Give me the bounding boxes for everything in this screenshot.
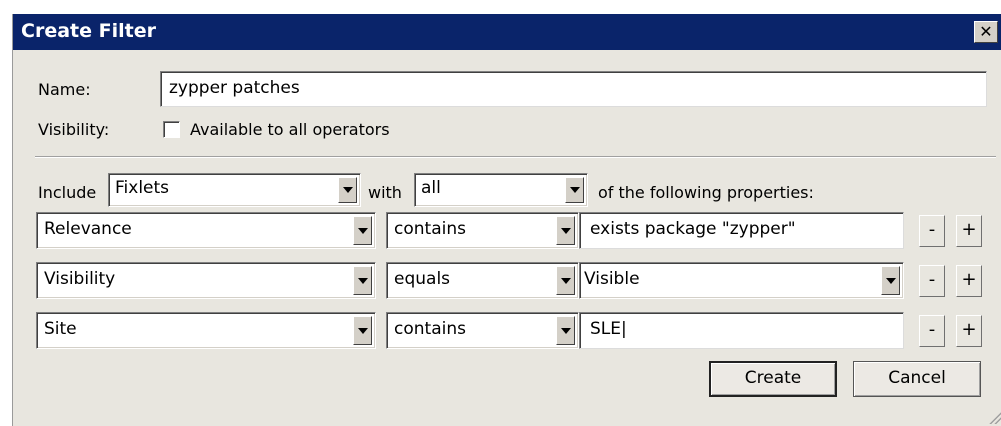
available-to-all-label[interactable]: Available to all operators <box>190 120 390 139</box>
condition-operator-dropdown[interactable]: contains <box>386 212 579 249</box>
create-button[interactable]: Create <box>709 361 837 397</box>
add-condition-button[interactable]: + <box>956 265 982 297</box>
dialog-title: Create Filter <box>21 20 156 42</box>
condition-operator-value: equals <box>394 269 451 289</box>
following-properties-label: of the following properties: <box>598 183 814 202</box>
remove-condition-button[interactable]: - <box>919 215 945 247</box>
condition-operator-value: contains <box>394 219 466 239</box>
match-mode-value: all <box>421 178 441 198</box>
chevron-down-icon[interactable] <box>565 177 584 203</box>
remove-condition-button[interactable]: - <box>919 315 945 347</box>
title-bar[interactable]: Create Filter ✕ <box>13 14 1001 50</box>
condition-property-value: Visibility <box>44 269 116 289</box>
separator <box>35 156 996 158</box>
available-to-all-checkbox[interactable] <box>163 121 180 138</box>
chevron-down-icon[interactable] <box>338 177 357 203</box>
match-mode-dropdown[interactable]: all <box>414 173 588 207</box>
condition-operator-dropdown[interactable]: equals <box>386 262 579 299</box>
condition-property-dropdown[interactable]: Site <box>36 312 376 349</box>
include-label: Include <box>38 183 97 202</box>
include-type-value: Fixlets <box>115 178 170 198</box>
condition-value-dropdown[interactable]: Visible <box>579 262 904 299</box>
visibility-label: Visibility: <box>38 120 110 139</box>
chevron-down-icon[interactable] <box>556 266 575 295</box>
remove-condition-button[interactable]: - <box>919 265 945 297</box>
name-label: Name: <box>38 80 91 99</box>
chevron-down-icon[interactable] <box>556 316 575 345</box>
condition-value-value: Visible <box>584 269 640 289</box>
chevron-down-icon[interactable] <box>353 316 372 345</box>
name-input[interactable]: zypper patches <box>160 71 987 107</box>
resize-grip-icon[interactable] <box>988 410 1001 424</box>
cancel-button[interactable]: Cancel <box>853 361 981 397</box>
background-window-fragment <box>0 0 1001 14</box>
condition-operator-dropdown[interactable]: contains <box>386 312 579 349</box>
condition-operator-value: contains <box>394 319 466 339</box>
close-button[interactable]: ✕ <box>974 21 998 43</box>
condition-property-dropdown[interactable]: Visibility <box>36 262 376 299</box>
close-icon: ✕ <box>979 22 993 41</box>
add-condition-button[interactable]: + <box>956 315 982 347</box>
chevron-down-icon[interactable] <box>353 266 372 295</box>
create-filter-dialog: Create Filter ✕ Name: zypper patches Vis… <box>12 14 1001 426</box>
condition-value-input[interactable]: exists package "zypper" <box>579 212 904 249</box>
condition-property-value: Relevance <box>44 219 132 239</box>
chevron-down-icon[interactable] <box>556 216 575 245</box>
chevron-down-icon[interactable] <box>881 266 900 295</box>
chevron-down-icon[interactable] <box>353 216 372 245</box>
condition-property-value: Site <box>44 319 77 339</box>
include-type-dropdown[interactable]: Fixlets <box>108 173 361 207</box>
condition-value-input[interactable]: SLE| <box>579 312 904 349</box>
condition-property-dropdown[interactable]: Relevance <box>36 212 376 249</box>
add-condition-button[interactable]: + <box>956 215 982 247</box>
with-label: with <box>368 183 402 202</box>
